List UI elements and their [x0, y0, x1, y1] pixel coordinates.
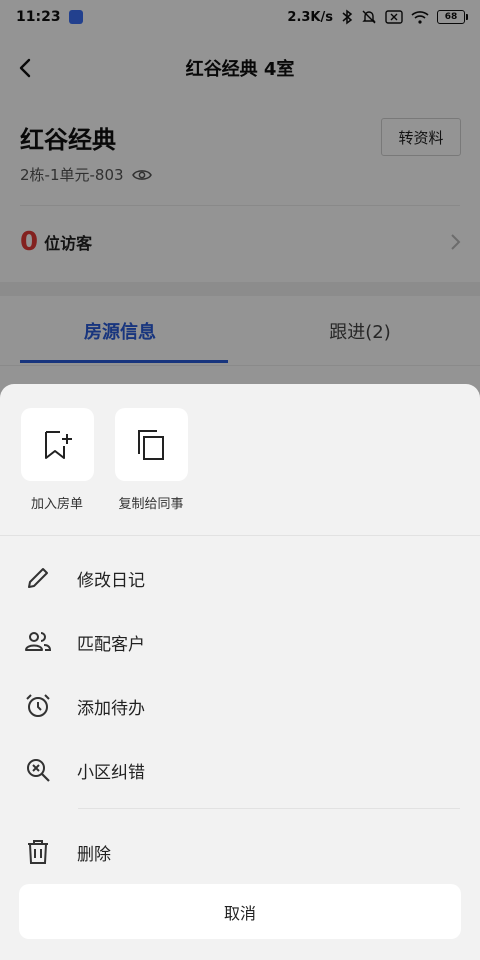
menu-label-community-correction: 小区纠错 [77, 762, 145, 783]
menu-item-add-todo[interactable]: 添加待办 [24, 686, 454, 726]
copy-to-colleague-action[interactable]: 复制给同事 [114, 408, 188, 512]
menu-item-match-clients[interactable]: 匹配客户 [24, 622, 454, 662]
menu-label-add-todo: 添加待办 [77, 698, 145, 719]
sheet-divider [78, 808, 460, 809]
menu-label-match-clients: 匹配客户 [77, 634, 145, 655]
search-x-icon [24, 756, 52, 784]
sheet-divider [0, 535, 480, 536]
users-icon [24, 628, 52, 656]
copy-to-colleague-label: 复制给同事 [118, 497, 184, 512]
cancel-button[interactable]: 取消 [19, 884, 461, 939]
pencil-icon [24, 564, 52, 592]
bookmark-add-icon [45, 430, 72, 459]
action-sheet: 加入房单 复制给同事 修改日记 匹配客户 添加待办 小区纠错 删除 取消 [0, 384, 480, 960]
copy-to-colleague-tile[interactable] [114, 408, 188, 481]
add-to-list-tile[interactable] [20, 408, 94, 481]
add-to-list-action[interactable]: 加入房单 [20, 408, 94, 512]
alarm-clock-icon [24, 692, 52, 720]
menu-label-delete: 删除 [77, 844, 111, 865]
menu-item-community-correction[interactable]: 小区纠错 [24, 750, 454, 790]
menu-item-delete[interactable]: 删除 [24, 832, 454, 872]
trash-icon [24, 838, 52, 866]
quick-actions: 加入房单 复制给同事 [20, 408, 188, 512]
menu-item-edit-diary[interactable]: 修改日记 [24, 558, 454, 598]
copy-icon [138, 429, 164, 460]
menu-label-edit-diary: 修改日记 [77, 570, 145, 591]
add-to-list-label: 加入房单 [30, 497, 83, 512]
